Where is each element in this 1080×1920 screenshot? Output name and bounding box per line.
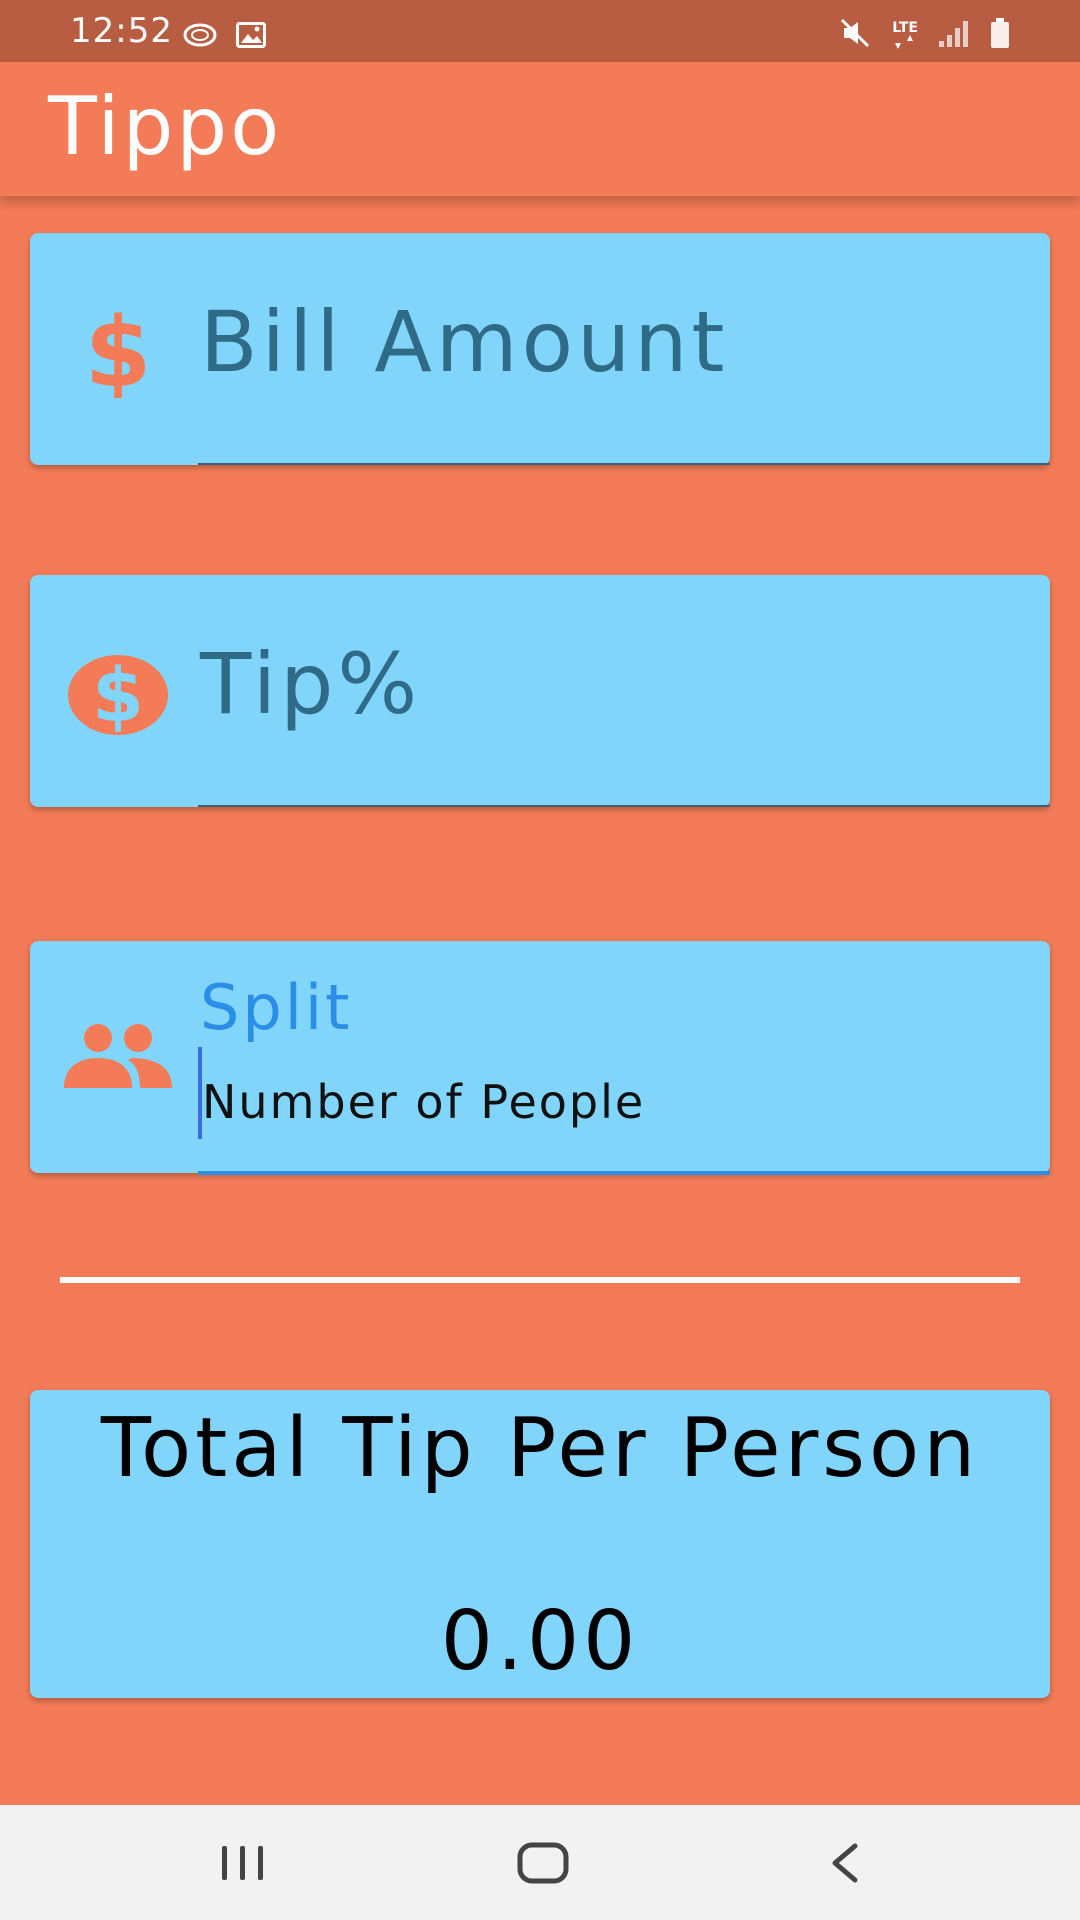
app-bar: Tippo [0,62,1080,196]
split-field[interactable]: Split [30,941,1050,1175]
sync-icon [182,22,218,52]
split-label: Split [200,971,353,1044]
home-icon [517,1842,569,1884]
tip-percent-placeholder: Tip% [200,635,422,733]
divider [60,1277,1020,1283]
dollar-circle-icon: $ [58,635,178,755]
people-icon [58,997,178,1117]
svg-text:$: $ [92,653,144,737]
status-right-icons: LTE [840,18,1010,52]
signal-icon [938,19,970,51]
bill-amount-underline [198,463,1050,465]
bill-amount-field[interactable]: $ Bill Amount [30,233,1050,465]
result-title: Total Tip Per Person [100,1401,980,1496]
tip-percent-field[interactable]: $ Tip% [30,575,1050,807]
tip-result-card: Total Tip Per Person 0.00 [30,1390,1050,1698]
navigation-bar [0,1805,1080,1920]
recents-button[interactable] [198,1833,288,1893]
status-bar: 12:52 LTE [0,0,1080,62]
mute-icon [840,18,872,52]
number-of-people-input[interactable] [202,1075,1022,1129]
app-title: Tippo [48,80,283,173]
status-time: 12:52 [70,11,173,51]
home-button[interactable] [498,1833,588,1893]
image-icon [236,22,266,52]
tip-percent-underline [198,805,1050,807]
bill-amount-placeholder: Bill Amount [200,293,729,391]
dollar-icon: $ [58,293,178,413]
svg-text:$: $ [85,308,152,398]
result-value: 0.00 [440,1594,640,1689]
status-left-icons [182,22,266,52]
back-button[interactable] [800,1833,890,1893]
lte-icon: LTE [892,21,918,49]
back-icon [832,1843,858,1883]
split-underline [198,1171,1050,1175]
battery-icon [990,18,1010,52]
recents-icon [222,1846,263,1880]
